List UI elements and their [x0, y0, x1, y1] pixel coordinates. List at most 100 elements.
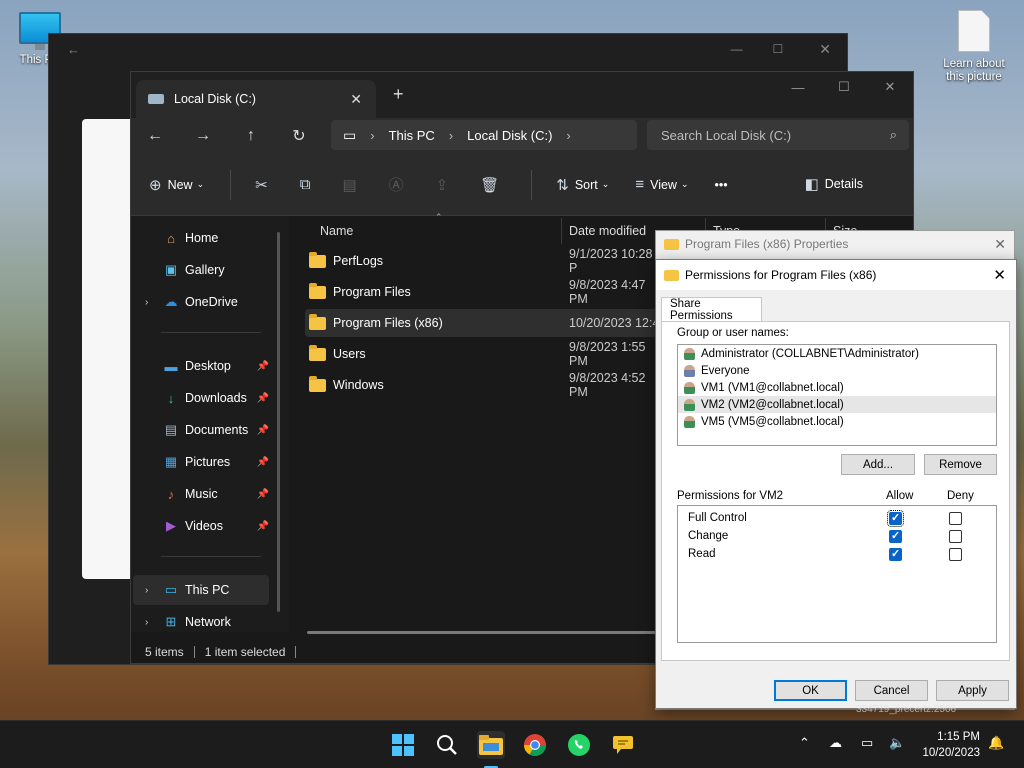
details-button[interactable]: ◧ Details [805, 175, 863, 193]
pin-icon[interactable]: 📌 [257, 393, 269, 404]
permissions-dialog[interactable]: Permissions for Program Files (x86) ✕ Sh… [655, 259, 1017, 709]
trash-icon: 🗑 [480, 176, 500, 194]
clock[interactable]: 1:15 PM 10/20/2023 [922, 729, 980, 761]
ok-button[interactable]: OK [774, 680, 847, 701]
view-button[interactable]: ≡ View ⌄ [635, 176, 688, 193]
sidebar-item-documents[interactable]: ▤ Documents 📌 [133, 415, 269, 445]
sidebar-item-desktop[interactable]: ▬ Desktop 📌 [133, 351, 270, 381]
user-list[interactable]: Administrator (COLLABNET\Administrator) … [677, 344, 997, 446]
breadcrumb-local-disk[interactable]: Local Disk (C:) [467, 128, 552, 143]
tab-bar: Local Disk (C:) ✕ + — ☐ ✕ [131, 72, 913, 118]
rename-button[interactable]: Ⓐ [389, 174, 410, 195]
sort-button[interactable]: ⇅ Sort ⌄ [556, 176, 609, 194]
cut-button[interactable]: ✂ [255, 176, 274, 194]
allow-read-checkbox[interactable] [889, 547, 902, 561]
network-icon[interactable]: ▭ [861, 735, 873, 751]
sidebar-item-network[interactable]: › ⊞ Network [133, 607, 269, 637]
divider [230, 169, 232, 200]
maximize-icon[interactable]: ☐ [821, 72, 867, 102]
share-button[interactable]: ⇪ [436, 176, 455, 194]
deny-read-checkbox[interactable] [949, 548, 962, 561]
column-label: Date modified [569, 224, 647, 238]
minimize-icon[interactable]: — [775, 72, 821, 102]
pin-icon[interactable]: 📌 [257, 457, 269, 468]
column-divider[interactable] [561, 218, 562, 244]
close-icon[interactable]: ✕ [994, 236, 1006, 253]
up-arrow-icon[interactable]: ↑ [227, 127, 275, 145]
copy-button[interactable]: ⧉ [300, 176, 317, 193]
breadcrumb[interactable]: ▭ › This PC › Local Disk (C:) › [331, 120, 637, 150]
column-header-date[interactable]: Date modified [569, 216, 646, 246]
close-icon[interactable]: ✕ [993, 266, 1006, 284]
close-icon[interactable]: ✕ [867, 72, 913, 102]
allow-change-checkbox[interactable] [889, 529, 902, 543]
chat-icon[interactable] [609, 731, 637, 759]
chevron-right-icon[interactable]: › [566, 128, 570, 143]
sidebar-item-home[interactable]: ⌂ Home [133, 223, 269, 253]
pin-icon[interactable]: 📌 [257, 361, 269, 372]
search-input[interactable]: Search Local Disk (C:) ⌕ [647, 120, 909, 150]
maximize-icon[interactable]: ☐ [773, 42, 784, 56]
pin-icon[interactable]: 📌 [257, 489, 269, 500]
close-icon[interactable]: ✕ [819, 41, 831, 58]
horizontal-scrollbar[interactable] [307, 631, 667, 634]
chrome-icon[interactable] [521, 731, 549, 759]
sidebar-scrollbar[interactable] [277, 232, 280, 612]
close-tab-icon[interactable]: ✕ [350, 91, 362, 108]
sidebar-item-pictures[interactable]: ▦ Pictures 📌 [133, 447, 269, 477]
sidebar-item-videos[interactable]: ▶ Videos 📌 [133, 511, 269, 541]
file-row[interactable]: Windows 9/8/2023 4:52 PM [305, 371, 657, 399]
paste-button[interactable]: ▤ [342, 176, 362, 194]
tab-share-permissions[interactable]: Share Permissions [661, 297, 762, 322]
file-explorer-icon[interactable] [477, 731, 505, 759]
file-date: 9/8/2023 4:52 PM [569, 371, 646, 399]
back-arrow-icon[interactable]: ← [131, 127, 179, 145]
user-row[interactable]: Everyone [678, 362, 996, 379]
remove-button[interactable]: Remove [924, 454, 997, 475]
user-row[interactable]: VM5 (VM5@collabnet.local) [678, 413, 996, 430]
tab-local-disk[interactable]: Local Disk (C:) ✕ [136, 80, 376, 118]
delete-button[interactable]: 🗑 [480, 176, 505, 194]
sidebar-item-downloads[interactable]: ↓ Downloads 📌 [133, 383, 269, 413]
column-header-name[interactable]: Name [320, 216, 353, 246]
deny-change-checkbox[interactable] [949, 530, 962, 543]
add-button[interactable]: Add... [841, 454, 915, 475]
address-toolbar: ← → ↑ ↻ ▭ › This PC › Local Disk (C:) › … [131, 118, 913, 154]
new-tab-icon[interactable]: + [393, 84, 404, 105]
file-row[interactable]: PerfLogs 9/1/2023 10:28 P [305, 247, 657, 275]
chevron-right-icon[interactable]: › [145, 585, 148, 596]
file-row[interactable]: Users 9/8/2023 1:55 PM [305, 340, 657, 368]
cloud-status-icon[interactable]: ☁ [829, 735, 842, 751]
user-row[interactable]: Administrator (COLLABNET\Administrator) [678, 345, 996, 362]
forward-arrow-icon[interactable]: → [179, 127, 227, 145]
whatsapp-icon[interactable] [565, 731, 593, 759]
file-row[interactable]: Program Files 9/8/2023 4:47 PM [305, 278, 657, 306]
sidebar-item-music[interactable]: ♪ Music 📌 [133, 479, 269, 509]
apply-button[interactable]: Apply [936, 680, 1009, 701]
more-options-button[interactable]: ••• [715, 178, 728, 192]
chevron-right-icon[interactable]: › [145, 297, 148, 308]
sidebar-item-onedrive[interactable]: › ☁ OneDrive [133, 287, 269, 317]
share-icon: ⇪ [435, 176, 449, 194]
search-icon[interactable] [433, 731, 461, 759]
volume-icon[interactable]: 🔈 [889, 735, 905, 751]
minimize-icon[interactable]: — [731, 42, 743, 56]
chevron-right-icon[interactable]: › [145, 617, 148, 628]
breadcrumb-this-pc[interactable]: This PC [389, 128, 435, 143]
allow-full-control-checkbox[interactable] [887, 510, 904, 527]
new-button[interactable]: ⊕ New ⌄ [149, 176, 204, 194]
windows-start-icon[interactable] [389, 731, 417, 759]
chevron-up-icon[interactable]: ⌃ [799, 735, 810, 751]
deny-full-control-checkbox[interactable] [949, 512, 962, 525]
sidebar-item-this-pc[interactable]: › ▭ This PC [133, 575, 269, 605]
user-row[interactable]: VM1 (VM1@collabnet.local) [678, 379, 996, 396]
pin-icon[interactable]: 📌 [257, 521, 269, 532]
cancel-button[interactable]: Cancel [855, 680, 928, 701]
desktop-icon-learn-picture[interactable]: Learn about this picture [938, 10, 1010, 84]
user-row[interactable]: VM2 (VM2@collabnet.local) [678, 396, 996, 413]
notification-bell-icon[interactable]: 🔔 [988, 735, 1004, 751]
back-arrow-icon[interactable]: ← [67, 42, 80, 57]
sidebar-item-gallery[interactable]: ▣ Gallery [133, 255, 269, 285]
pin-icon[interactable]: 📌 [257, 425, 269, 436]
refresh-icon[interactable]: ↻ [275, 126, 323, 146]
